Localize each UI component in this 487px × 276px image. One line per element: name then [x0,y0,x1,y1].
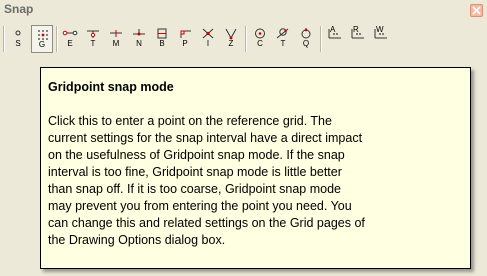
close-icon [472,6,481,15]
quadrant-letter: Q [302,39,310,48]
midpoint-snap-button[interactable]: M [105,25,127,53]
gridpoint-letter: G [38,40,46,49]
angle-letter: Z [228,39,234,48]
perpendicular-snap-button[interactable]: P [174,25,196,53]
endpoint-letter: E [67,39,73,48]
quadrant-snap-button[interactable]: Q [295,25,317,53]
tooltip-line: interval is too fine, Gridpoint snap mod… [48,165,342,179]
tooltip-line: may prevent you from entering the point … [48,199,352,213]
tooltip-title: Gridpoint snap mode [48,80,174,94]
toolbar-grip[interactable] [3,26,4,52]
endpoint-snap-button[interactable]: E [59,25,81,53]
tooltip-line: current settings for the snap interval h… [48,131,363,145]
tangent-letter: T [280,39,286,48]
midpoint-letter: M [112,39,120,48]
working-axes-letter: W [376,25,384,34]
intersection-snap-button[interactable]: I [197,25,219,53]
center-letter: C [257,39,263,48]
snap-off-letter: S [15,39,21,48]
title-bar[interactable]: Snap [0,0,487,20]
tooltip-line: the Drawing Options dialog box. [48,233,226,247]
toolbar-separator [56,26,57,52]
angle-snap-button[interactable]: Z [220,25,242,53]
snap-off-button[interactable]: S [7,25,29,53]
bisector-letter: B [159,39,165,48]
tooltip-body: Click this to enter a point on the refer… [48,113,464,249]
tooltip-line: Click this to enter a point on the refer… [48,114,332,128]
close-button[interactable] [470,4,483,17]
gridpoint-tooltip: Gridpoint snap mode Click this to enter … [40,67,471,269]
tooltip-line: than snap off. If it is too coarse, Grid… [48,182,341,196]
snap-toolbar: S G E T M N B P I Z C T Q A R W [0,20,487,64]
gridpoint-snap-button[interactable]: G [31,25,53,53]
perpendicular-letter: P [182,39,188,48]
bisector-snap-button[interactable]: B [151,25,173,53]
tangent-snap-button[interactable]: T [272,25,294,53]
tooltip-line: on the usefulness of Gridpoint snap mode… [48,148,345,162]
relative-axes-button[interactable]: R [347,25,369,53]
absolute-axes-button[interactable]: A [324,25,346,53]
nearest-letter: N [136,39,142,48]
edge-letter: T [90,39,96,48]
working-axes-button[interactable]: W [370,25,392,53]
edge-snap-button[interactable]: T [82,25,104,53]
toolbar-separator [245,26,246,52]
tooltip-line: can change this and related settings on … [48,216,365,230]
snap-toolbar-window: Snap S G E T M N B P I Z C T Q A R W Gri… [0,0,487,276]
intersection-letter: I [206,39,210,48]
window-title: Snap [4,2,34,16]
toolbar-separator [320,26,321,52]
center-snap-button[interactable]: C [249,25,271,53]
nearest-snap-button[interactable]: N [128,25,150,53]
